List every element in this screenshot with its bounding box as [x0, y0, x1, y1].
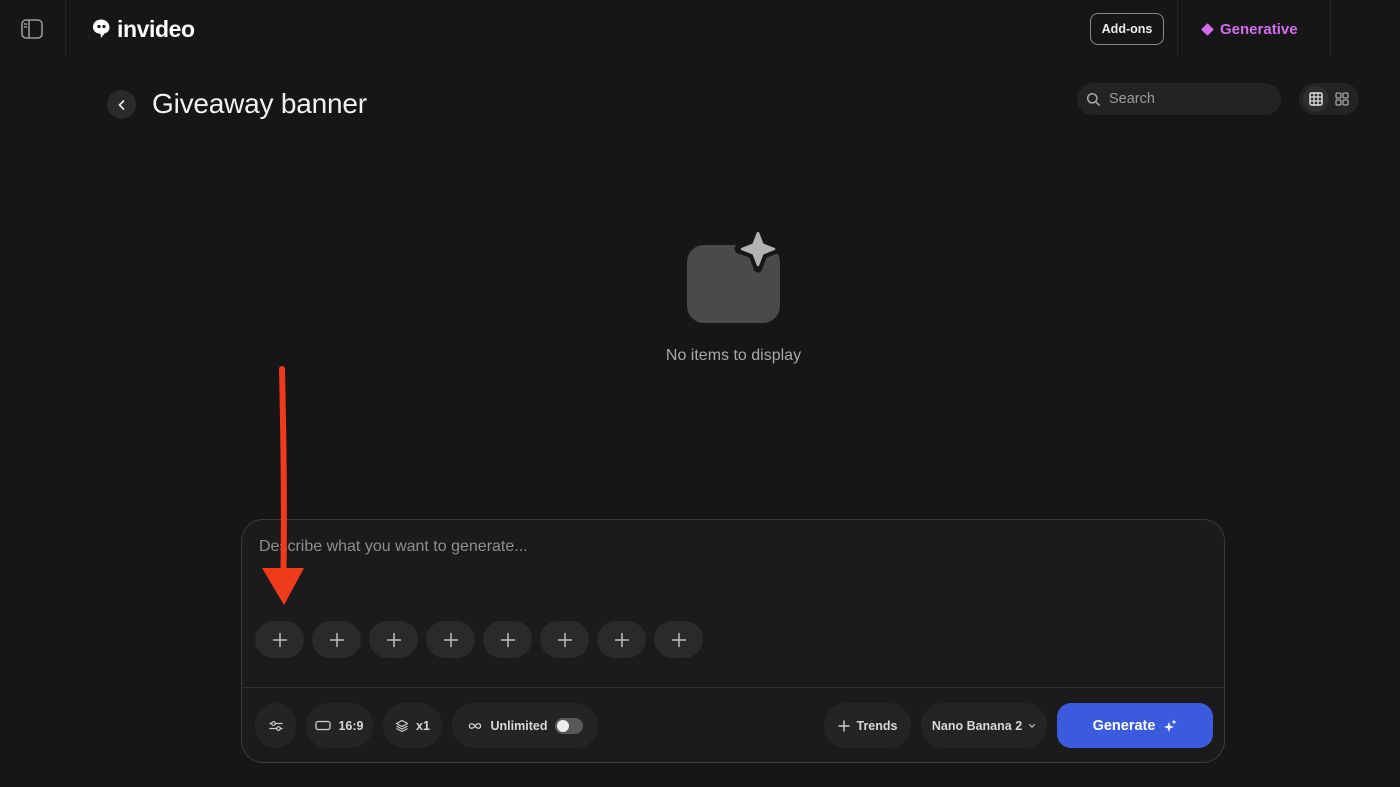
divider	[1177, 0, 1178, 58]
search-input[interactable]	[1109, 91, 1269, 107]
add-ons-button[interactable]: Add-ons	[1090, 13, 1164, 45]
brand-name: invideo	[117, 15, 195, 42]
count-button[interactable]: x1	[383, 703, 442, 748]
add-reference-slot[interactable]	[369, 621, 418, 658]
add-reference-slot[interactable]	[654, 621, 703, 658]
plus-icon	[557, 632, 572, 647]
divider	[65, 0, 66, 58]
plus-icon	[386, 632, 401, 647]
generative-label: Generative	[1220, 20, 1298, 38]
add-reference-slot[interactable]	[597, 621, 646, 658]
tile-view-button[interactable]	[1329, 86, 1355, 112]
back-button[interactable]	[107, 90, 136, 119]
infinity-icon	[468, 722, 481, 729]
aspect-ratio-value: 16:9	[338, 718, 364, 733]
aspect-ratio-button[interactable]: 16:9	[306, 703, 373, 748]
reference-slots	[255, 621, 703, 658]
grid-view-button[interactable]	[1303, 86, 1329, 112]
sidebar-toggle-icon[interactable]	[20, 18, 44, 40]
trends-button[interactable]: Trends	[824, 703, 911, 748]
invideo-logo-icon	[93, 19, 110, 38]
plus-icon	[443, 632, 458, 647]
unlimited-toggle[interactable]	[555, 717, 584, 734]
sparkle-image-icon	[687, 230, 782, 323]
add-reference-slot[interactable]	[483, 621, 532, 658]
layers-icon	[395, 719, 409, 732]
diamond-icon	[1201, 22, 1214, 36]
divider	[1330, 0, 1331, 58]
plus-icon	[500, 632, 515, 647]
model-select[interactable]: Nano Banana 2	[921, 703, 1047, 748]
add-reference-slot[interactable]	[312, 621, 361, 658]
prompt-input[interactable]	[259, 538, 1199, 598]
prompt-composer: 16:9 x1 Unlimited Trends Nano Banana 2	[241, 519, 1225, 763]
sliders-icon	[268, 720, 283, 731]
plus-icon	[272, 632, 287, 647]
generative-link[interactable]: Generative	[1201, 19, 1298, 39]
grid-icon	[1309, 92, 1323, 106]
page-title: Giveaway banner	[152, 88, 367, 119]
search-box[interactable]	[1077, 83, 1281, 115]
plus-icon	[614, 632, 629, 647]
plus-icon	[671, 632, 686, 647]
plus-icon	[837, 719, 850, 732]
empty-state-text: No items to display	[665, 347, 802, 364]
generate-button[interactable]: Generate	[1057, 703, 1213, 748]
top-bar: invideo Add-ons Generative	[0, 0, 1400, 58]
model-value: Nano Banana 2	[931, 718, 1023, 733]
generate-label: Generate	[1092, 717, 1156, 734]
aspect-ratio-icon	[315, 720, 332, 731]
chevron-down-icon	[1029, 723, 1036, 728]
count-value: x1	[416, 718, 430, 733]
add-reference-slot[interactable]	[255, 621, 304, 658]
tiles-icon	[1335, 92, 1349, 106]
view-toggle	[1299, 83, 1359, 115]
plus-icon	[329, 632, 344, 647]
unlimited-label: Unlimited	[490, 718, 548, 733]
chevron-left-icon	[118, 99, 124, 110]
search-icon	[1086, 92, 1100, 106]
add-reference-slot[interactable]	[540, 621, 589, 658]
add-reference-slot[interactable]	[426, 621, 475, 658]
composer-divider	[242, 687, 1224, 688]
unlimited-control: Unlimited	[452, 703, 598, 748]
brand-logo[interactable]: invideo	[90, 16, 195, 42]
sparkles-icon	[1164, 719, 1177, 732]
toggle-knob	[557, 719, 570, 732]
settings-button[interactable]	[255, 703, 296, 748]
trends-label: Trends	[856, 718, 898, 733]
